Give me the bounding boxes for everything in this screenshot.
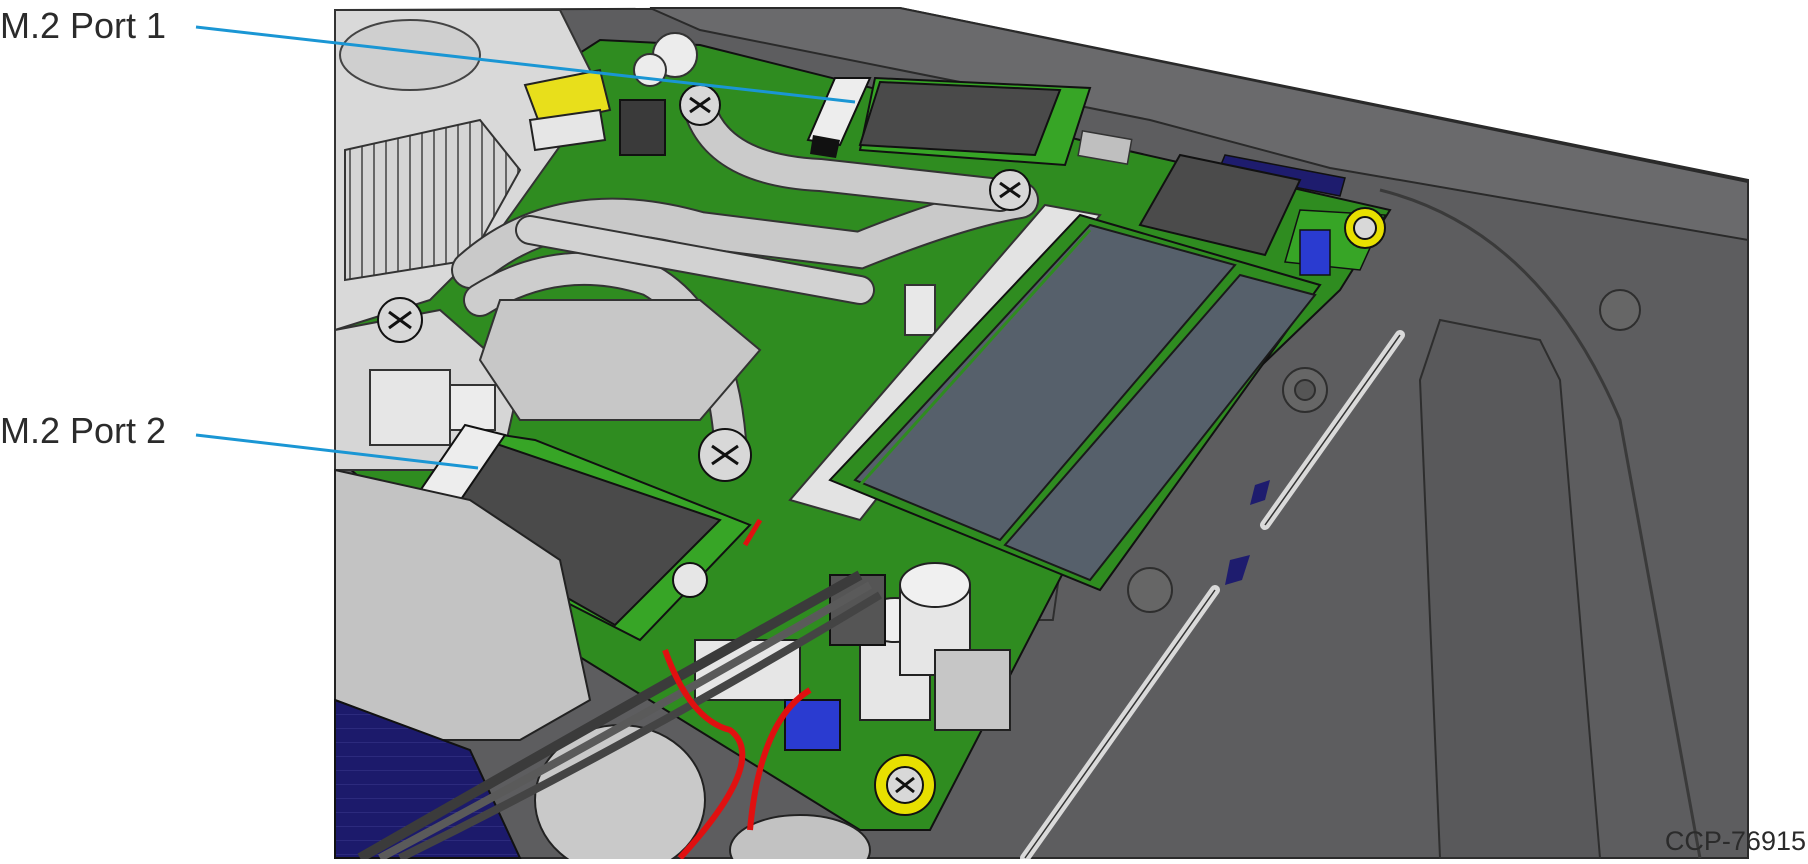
screw-icon [679, 84, 721, 126]
callout-m2-port-1: M.2 Port 1 [0, 5, 167, 46]
screw-icon [377, 297, 423, 343]
screw-icon [989, 169, 1031, 211]
motherboard-illustration [195, 6, 1749, 864]
screw-with-ground-ring-icon [1344, 207, 1386, 249]
diagram: M.2 Port 1 M.2 Port 2 CCP-76915 [0, 0, 1808, 864]
screw-with-ground-ring-icon [874, 754, 936, 816]
figure-id: CCP-76915 [1664, 826, 1806, 856]
callout-m2-port-2: M.2 Port 2 [0, 410, 167, 451]
screw-icon [698, 428, 752, 482]
